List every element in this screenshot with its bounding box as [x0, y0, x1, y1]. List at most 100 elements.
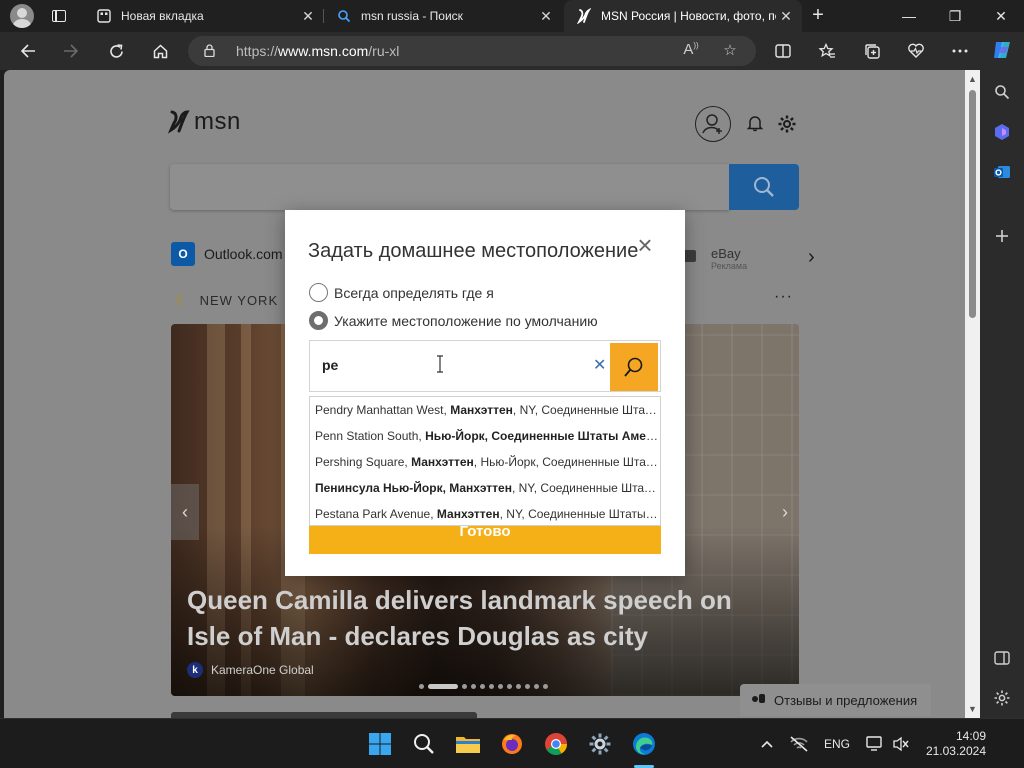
copilot-designer-icon[interactable] — [990, 120, 1014, 144]
clock-time: 14:09 — [955, 729, 986, 743]
favorite-star-icon[interactable]: ☆ — [719, 41, 741, 61]
pager-dot[interactable] — [428, 684, 458, 689]
more-options-icon[interactable] — [947, 38, 973, 64]
refresh-button[interactable] — [103, 38, 129, 64]
notifications-bell-icon[interactable] — [746, 114, 764, 132]
pager-dot[interactable] — [543, 684, 548, 689]
pager-dot[interactable] — [480, 684, 485, 689]
browser-essentials-icon[interactable] — [903, 38, 929, 64]
pager-dot[interactable] — [489, 684, 494, 689]
address-bar[interactable]: https://www.msn.com/ru-xl A)) ☆ — [188, 36, 756, 66]
source-logo-icon: k — [187, 662, 203, 678]
feedback-button[interactable]: Отзывы и предложения — [740, 684, 932, 716]
tab-close-icon[interactable]: ✕ — [776, 8, 796, 25]
edge-browser-icon[interactable] — [631, 731, 657, 757]
firefox-icon[interactable] — [499, 731, 525, 757]
option-auto-detect[interactable]: Всегда определять где я — [309, 283, 494, 302]
copilot-icon[interactable] — [990, 38, 1014, 62]
suggestion-name: Pestana Park Avenue, — [315, 507, 437, 521]
profile-avatar-icon[interactable] — [10, 4, 34, 28]
chrome-icon[interactable] — [543, 731, 569, 757]
hero-source[interactable]: k KameraOne Global — [187, 662, 314, 678]
hero-prev-button[interactable]: ‹ — [171, 484, 199, 540]
taskbar-search-icon[interactable] — [411, 731, 437, 757]
pager-dot[interactable] — [525, 684, 530, 689]
quick-link-ebay[interactable]: eBay Реклама — [711, 246, 747, 271]
tab-msn-search[interactable]: msn russia - Поиск ✕ — [324, 0, 562, 32]
msn-search-input[interactable] — [170, 164, 729, 210]
tab-close-icon[interactable]: ✕ — [536, 8, 556, 25]
show-hidden-icons-chevron-icon[interactable] — [754, 731, 780, 757]
minimize-button[interactable]: — — [886, 0, 932, 32]
home-button[interactable] — [147, 38, 173, 64]
add-sidebar-app-icon[interactable] — [990, 224, 1014, 248]
close-window-button[interactable]: ✕ — [978, 0, 1024, 32]
suggestion-item[interactable]: Penn Station South, Нью-Йорк, Соединенны… — [310, 423, 660, 449]
display-icon[interactable] — [862, 731, 888, 757]
pager-dot[interactable] — [516, 684, 521, 689]
settings-app-icon[interactable] — [587, 731, 613, 757]
scroll-up-icon[interactable]: ▲ — [968, 74, 977, 84]
search-icon[interactable] — [990, 80, 1014, 104]
sidebar-settings-icon[interactable] — [990, 686, 1014, 710]
hero-pager[interactable] — [419, 684, 548, 689]
more-menu-icon[interactable]: ··· — [774, 288, 793, 306]
restore-button[interactable]: ❐ — [932, 0, 978, 32]
network-offline-icon[interactable] — [786, 731, 812, 757]
new-tab-button[interactable]: + — [806, 4, 830, 28]
tab-msn-russia[interactable]: MSN Россия | Новости, фото, по ✕ — [564, 0, 802, 32]
done-button[interactable]: Готово — [309, 524, 661, 554]
page-settings-gear-icon[interactable] — [777, 114, 797, 134]
location-search-button[interactable] — [610, 343, 658, 391]
suggestion-name: Pendry Manhattan West, — [315, 403, 451, 417]
split-screen-icon[interactable] — [770, 38, 796, 64]
file-explorer-icon[interactable] — [455, 731, 481, 757]
start-button-windows-icon[interactable] — [367, 731, 393, 757]
suggestion-item[interactable]: Пенинсула Нью-Йорк, Манхэттен, NY, Соеди… — [310, 475, 660, 501]
radio-button-selected[interactable] — [309, 311, 328, 330]
hero-headline[interactable]: Queen Camilla delivers landmark speech o… — [187, 582, 777, 654]
pager-dot[interactable] — [498, 684, 503, 689]
url-domain: www.msn.com — [278, 43, 369, 59]
read-aloud-icon[interactable]: A)) — [680, 41, 702, 61]
close-dialog-icon[interactable]: × — [635, 232, 655, 258]
msn-search-button[interactable] — [729, 164, 799, 210]
sign-in-avatar-icon[interactable] — [695, 106, 731, 142]
pager-dot[interactable] — [534, 684, 539, 689]
quick-link-outlook[interactable]: O Outlook.com — [171, 242, 283, 266]
collections-icon[interactable] — [859, 38, 885, 64]
tab-close-icon[interactable]: ✕ — [298, 8, 318, 25]
hero-next-button[interactable]: › — [771, 484, 799, 540]
msn-logo[interactable]: msn — [168, 108, 241, 136]
pager-dot[interactable] — [471, 684, 476, 689]
scroll-down-icon[interactable]: ▼ — [968, 704, 977, 714]
system-clock[interactable]: 14:09 21.03.2024 — [914, 729, 986, 759]
input-language-indicator[interactable]: ENG — [824, 737, 850, 751]
page-scrollbar[interactable]: ▲ ▼ — [965, 70, 980, 718]
back-button[interactable] — [15, 38, 41, 64]
radio-button[interactable] — [309, 283, 328, 302]
forward-button[interactable] — [58, 38, 84, 64]
suggestion-match: Манхэттен — [411, 455, 474, 469]
option-default-location[interactable]: Укажите местоположение по умолчанию — [309, 311, 598, 330]
pager-dot[interactable] — [419, 684, 424, 689]
pager-dot[interactable] — [507, 684, 512, 689]
pager-dot[interactable] — [462, 684, 467, 689]
clear-input-icon[interactable]: ✕ — [593, 355, 606, 375]
dialog-title: Задать домашнее местоположение — [308, 240, 639, 262]
suggestion-item[interactable]: Pendry Manhattan West, Манхэттен, NY, Со… — [310, 397, 660, 423]
quick-link-label: eBay — [711, 246, 741, 261]
volume-muted-icon[interactable] — [888, 731, 914, 757]
tab-actions-icon[interactable] — [48, 6, 70, 26]
favorites-icon[interactable] — [814, 38, 840, 64]
scrollbar-thumb[interactable] — [969, 90, 976, 318]
outlook-icon[interactable] — [990, 160, 1014, 184]
location-search-field[interactable]: pe ✕ — [309, 340, 661, 392]
suggestion-region: , NY, Соединенные Штаты Америки — [511, 481, 660, 495]
weather-location[interactable]: ☾ NEW YORK — [176, 292, 278, 309]
tab-new-tab[interactable]: Новая вкладка ✕ — [84, 0, 324, 32]
suggestion-item[interactable]: Pershing Square, Манхэттен, Нью-Йорк, Со… — [310, 449, 660, 475]
location-input-value[interactable]: pe — [322, 357, 338, 373]
hide-sidebar-icon[interactable] — [990, 646, 1014, 670]
quick-links-next-icon[interactable]: › — [808, 246, 815, 269]
